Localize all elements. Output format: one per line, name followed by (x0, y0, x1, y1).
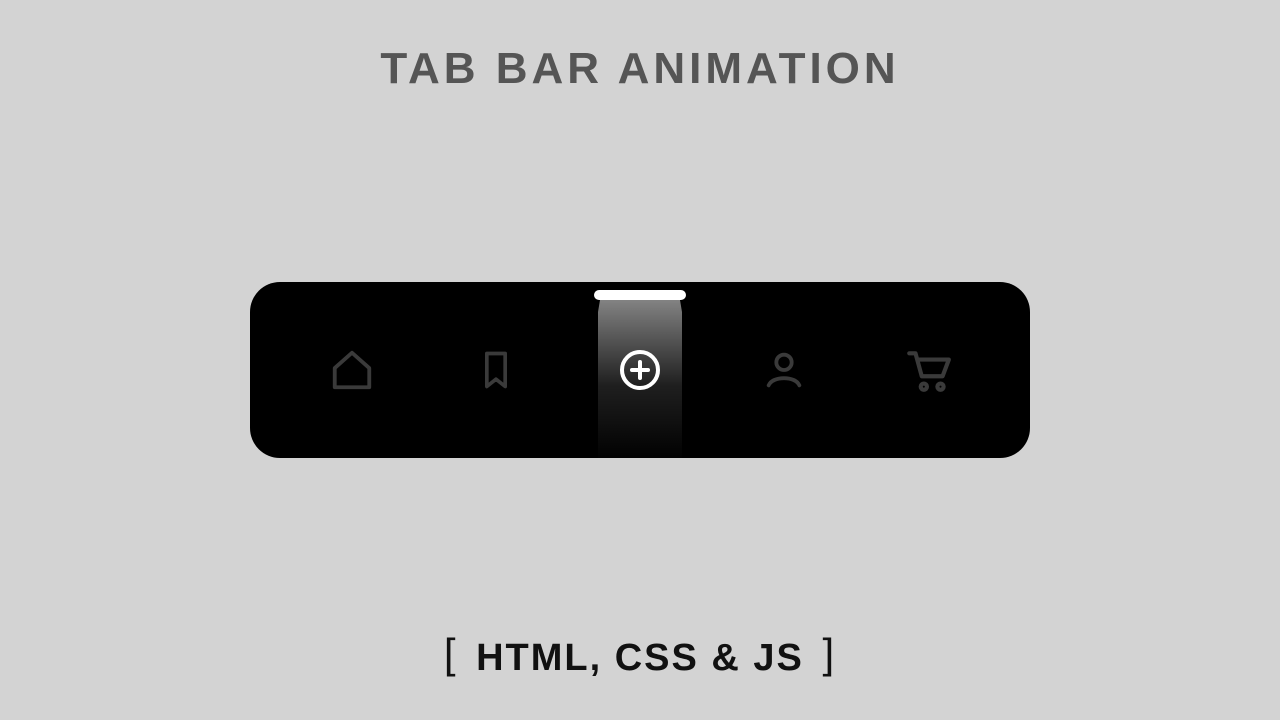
bracket-open: [ (438, 630, 464, 677)
tab-cart[interactable] (868, 282, 988, 458)
plus-circle-icon (616, 346, 664, 394)
tab-bar (250, 282, 1030, 458)
page-subtitle: [ HTML, CSS & JS ] (0, 632, 1280, 680)
home-icon (329, 347, 375, 393)
tab-home[interactable] (292, 282, 412, 458)
tab-add[interactable] (580, 282, 700, 458)
page-title: TAB BAR ANIMATION (0, 44, 1280, 94)
bracket-close: ] (816, 630, 842, 677)
tab-profile[interactable] (724, 282, 844, 458)
cart-icon (903, 345, 953, 395)
tab-bookmark[interactable] (436, 282, 556, 458)
bookmark-icon (474, 348, 518, 392)
subtitle-text: HTML, CSS & JS (464, 637, 817, 679)
user-icon (761, 347, 807, 393)
